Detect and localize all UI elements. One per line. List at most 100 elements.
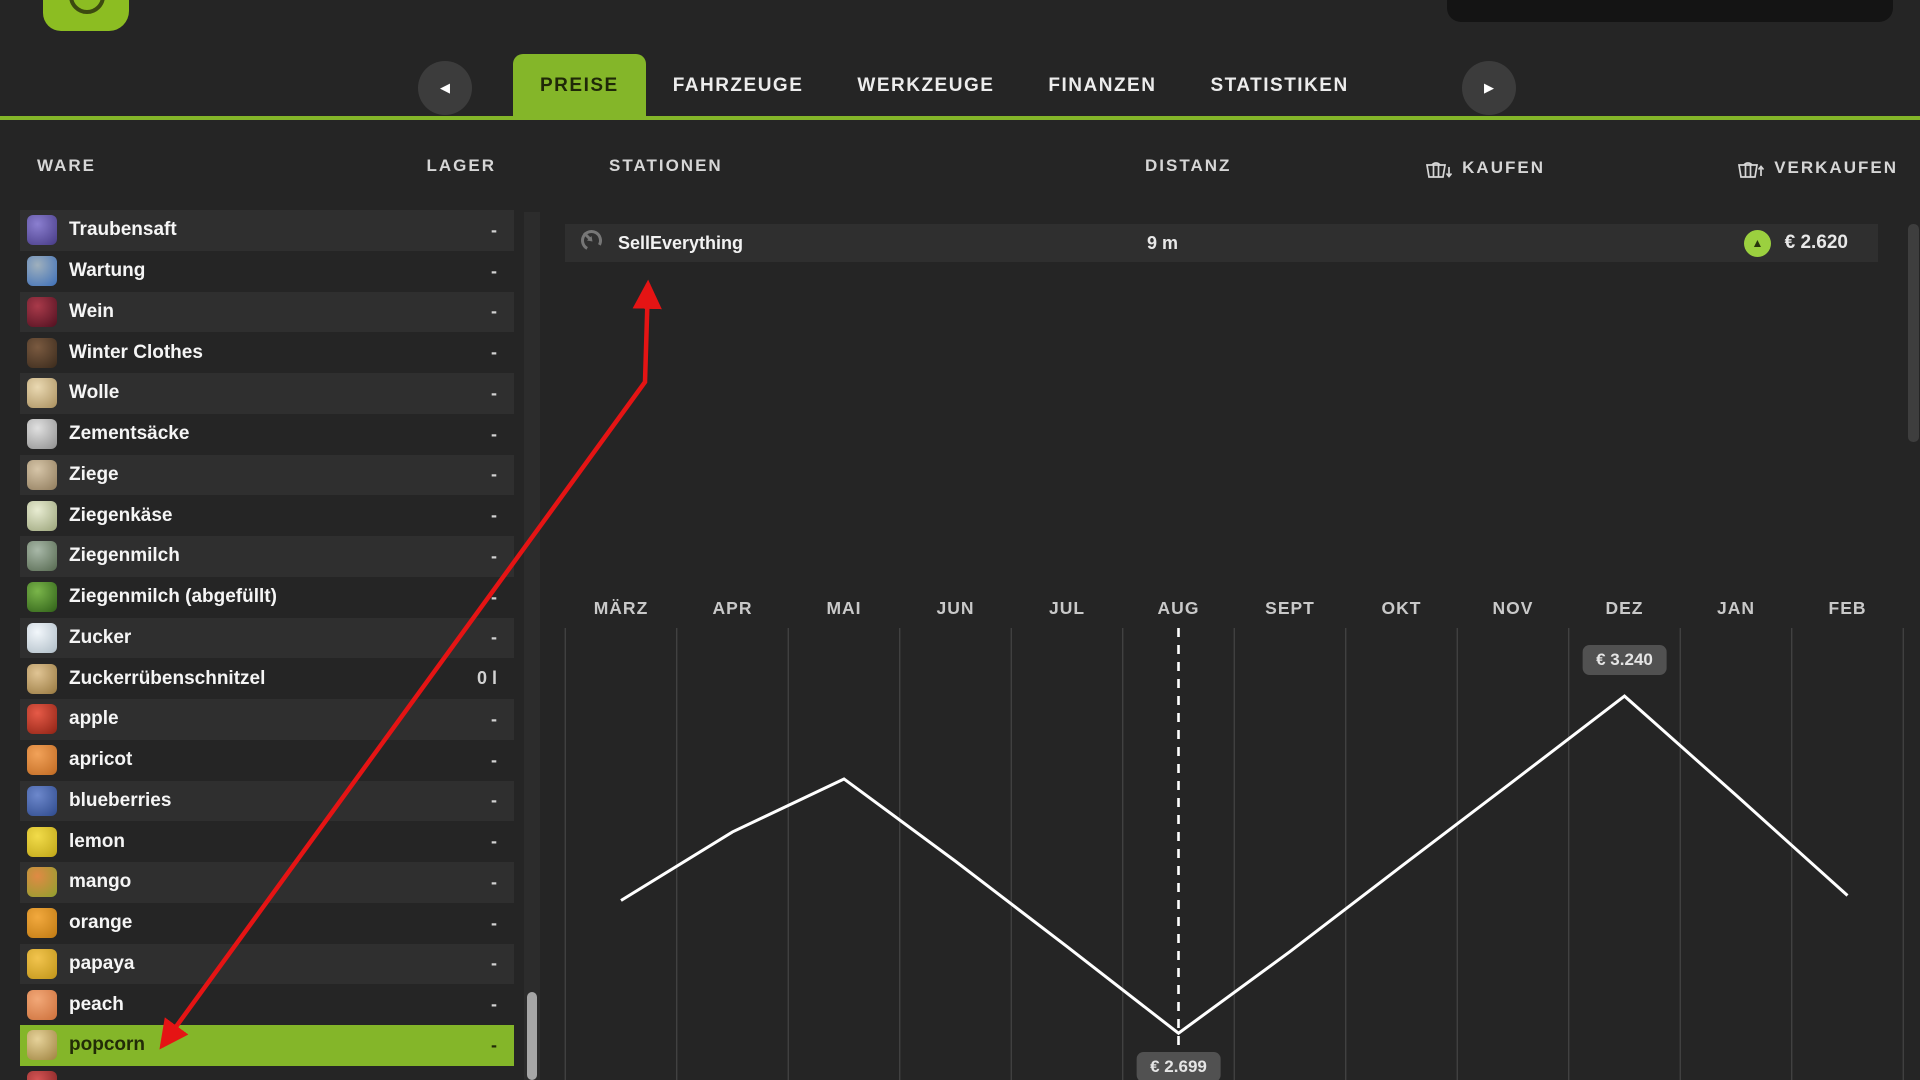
station-row[interactable]: SellEverything 9 m ▲ € 2.620 (565, 224, 1878, 262)
goods-stock-amount: - (491, 627, 497, 648)
goods-row[interactable] (20, 1066, 514, 1080)
goods-row[interactable]: Ziegenmilch- (20, 536, 514, 577)
logo-ring-icon (69, 0, 105, 14)
tab-werkzeuge[interactable]: WERKZEUGE (830, 54, 1021, 117)
goods-stock-amount: - (491, 301, 497, 322)
chart-month-label: JUL (1012, 598, 1122, 619)
column-header-lager: LAGER (427, 156, 497, 176)
goods-row[interactable]: popcorn- (20, 1025, 514, 1066)
column-header-kaufen[interactable]: KAUFEN (1423, 156, 1545, 180)
goods-name: Traubensaft (69, 219, 177, 241)
chart-month-label: FEB (1793, 598, 1903, 619)
bottled-goat-milk-icon (27, 582, 57, 612)
grape-juice-icon (27, 215, 57, 245)
tab-preise[interactable]: PREISE (513, 54, 646, 117)
goods-scrollbar-thumb[interactable] (527, 992, 537, 1080)
goods-name: apricot (69, 749, 132, 771)
chart-price-label: € 3.240 (1582, 645, 1667, 675)
goods-row[interactable]: Wolle- (20, 373, 514, 414)
popcorn-icon (27, 1030, 57, 1060)
apricot-icon (27, 745, 57, 775)
tab-finanzen[interactable]: FINANZEN (1021, 54, 1183, 117)
goods-name: apple (69, 708, 119, 730)
goods-stock-amount: - (491, 587, 497, 608)
chart-price-label: € 2.699 (1136, 1052, 1221, 1080)
goods-row[interactable]: Zementsäcke- (20, 414, 514, 455)
goods-stock-amount: - (491, 953, 497, 974)
goods-stock-amount: - (491, 505, 497, 526)
goods-stock-amount: - (491, 261, 497, 282)
goods-row[interactable]: peach- (20, 984, 514, 1025)
goods-row[interactable]: papaya- (20, 944, 514, 985)
goods-stock-amount: 0 l (477, 668, 497, 689)
column-header-stationen: STATIONEN (609, 156, 723, 176)
fruit-icon (27, 1071, 57, 1080)
tab-statistiken[interactable]: STATISTIKEN (1183, 54, 1375, 117)
price-trend-up-icon: ▲ (1744, 230, 1771, 257)
goods-stock-amount: - (491, 750, 497, 771)
goods-row[interactable]: Ziege- (20, 455, 514, 496)
goods-row[interactable]: Zuckerrübenschnitzel0 l (20, 658, 514, 699)
chart-month-label: DEZ (1570, 598, 1680, 619)
goods-stock-amount: - (491, 342, 497, 363)
goods-name: Ziegenmilch (69, 545, 180, 567)
goods-name: lemon (69, 831, 125, 853)
goods-row[interactable]: Wein - (20, 292, 514, 333)
stations-scrollbar-thumb[interactable] (1908, 224, 1919, 442)
goods-row[interactable]: apricot - (20, 740, 514, 781)
peach-icon (27, 990, 57, 1020)
goods-stock-amount: - (491, 220, 497, 241)
goat-milk-pail-icon (27, 541, 57, 571)
goods-stock-amount: - (491, 383, 497, 404)
goods-name: Ziegenmilch (abgefüllt) (69, 586, 277, 608)
goods-name: Winter Clothes (69, 342, 203, 364)
goods-name: peach (69, 994, 124, 1016)
beet-pulp-icon (27, 664, 57, 694)
goods-stock-amount: - (491, 709, 497, 730)
goods-row[interactable]: apple - (20, 699, 514, 740)
goods-name: orange (69, 912, 132, 934)
menu-tabbar: PREISE FAHRZEUGE WERKZEUGE FINANZEN STAT… (513, 54, 1376, 117)
goods-row[interactable]: blueberries - (20, 781, 514, 822)
tab-underline (0, 116, 1920, 120)
goods-stock-amount: - (491, 790, 497, 811)
goods-name: Ziegenkäse (69, 505, 173, 527)
goods-row[interactable]: orange - (20, 903, 514, 944)
chart-month-label: SEPT (1235, 598, 1345, 619)
column-header-verkaufen[interactable]: VERKAUFEN (1735, 156, 1898, 180)
tab-fahrzeuge[interactable]: FAHRZEUGE (646, 54, 831, 117)
sell-point-icon (578, 227, 605, 259)
goods-row[interactable]: mango- (20, 862, 514, 903)
chart-month-label: JAN (1681, 598, 1791, 619)
goat-cheese-icon (27, 501, 57, 531)
winter-coat-icon (27, 338, 57, 368)
goods-row[interactable]: Zucker - (20, 618, 514, 659)
goods-name: Zucker (69, 627, 131, 649)
cement-bag-icon (27, 419, 57, 449)
goods-row[interactable]: Traubensaft - (20, 210, 514, 251)
goods-stock-amount: - (491, 913, 497, 934)
mango-icon (27, 867, 57, 897)
chart-month-label: JUN (901, 598, 1011, 619)
chart-month-label: NOV (1458, 598, 1568, 619)
column-header-ware: WARE (37, 156, 96, 176)
column-header-distanz: DISTANZ (1145, 156, 1231, 176)
basket-down-icon (1423, 156, 1453, 180)
goods-name: Wein (69, 301, 114, 323)
chart-month-label: MAI (789, 598, 899, 619)
sugar-cubes-icon (27, 623, 57, 653)
goods-scrollbar-track (524, 212, 540, 1080)
lemon-icon (27, 827, 57, 857)
goods-row[interactable]: Ziegenmilch (abgefüllt) - (20, 577, 514, 618)
goods-row[interactable]: Winter Clothes - (20, 332, 514, 373)
station-name: SellEverything (618, 233, 743, 254)
chart-month-label: MÄRZ (566, 598, 676, 619)
next-tab-button[interactable]: ▶ (1462, 61, 1516, 115)
goods-row[interactable]: lemon- (20, 821, 514, 862)
goat-icon (27, 460, 57, 490)
previous-tab-button[interactable]: ◀ (418, 61, 472, 115)
goods-row[interactable]: Wartung - (20, 251, 514, 292)
goods-name: blueberries (69, 790, 171, 812)
goods-row[interactable]: Ziegenkäse - (20, 495, 514, 536)
goods-name: Wartung (69, 260, 145, 282)
